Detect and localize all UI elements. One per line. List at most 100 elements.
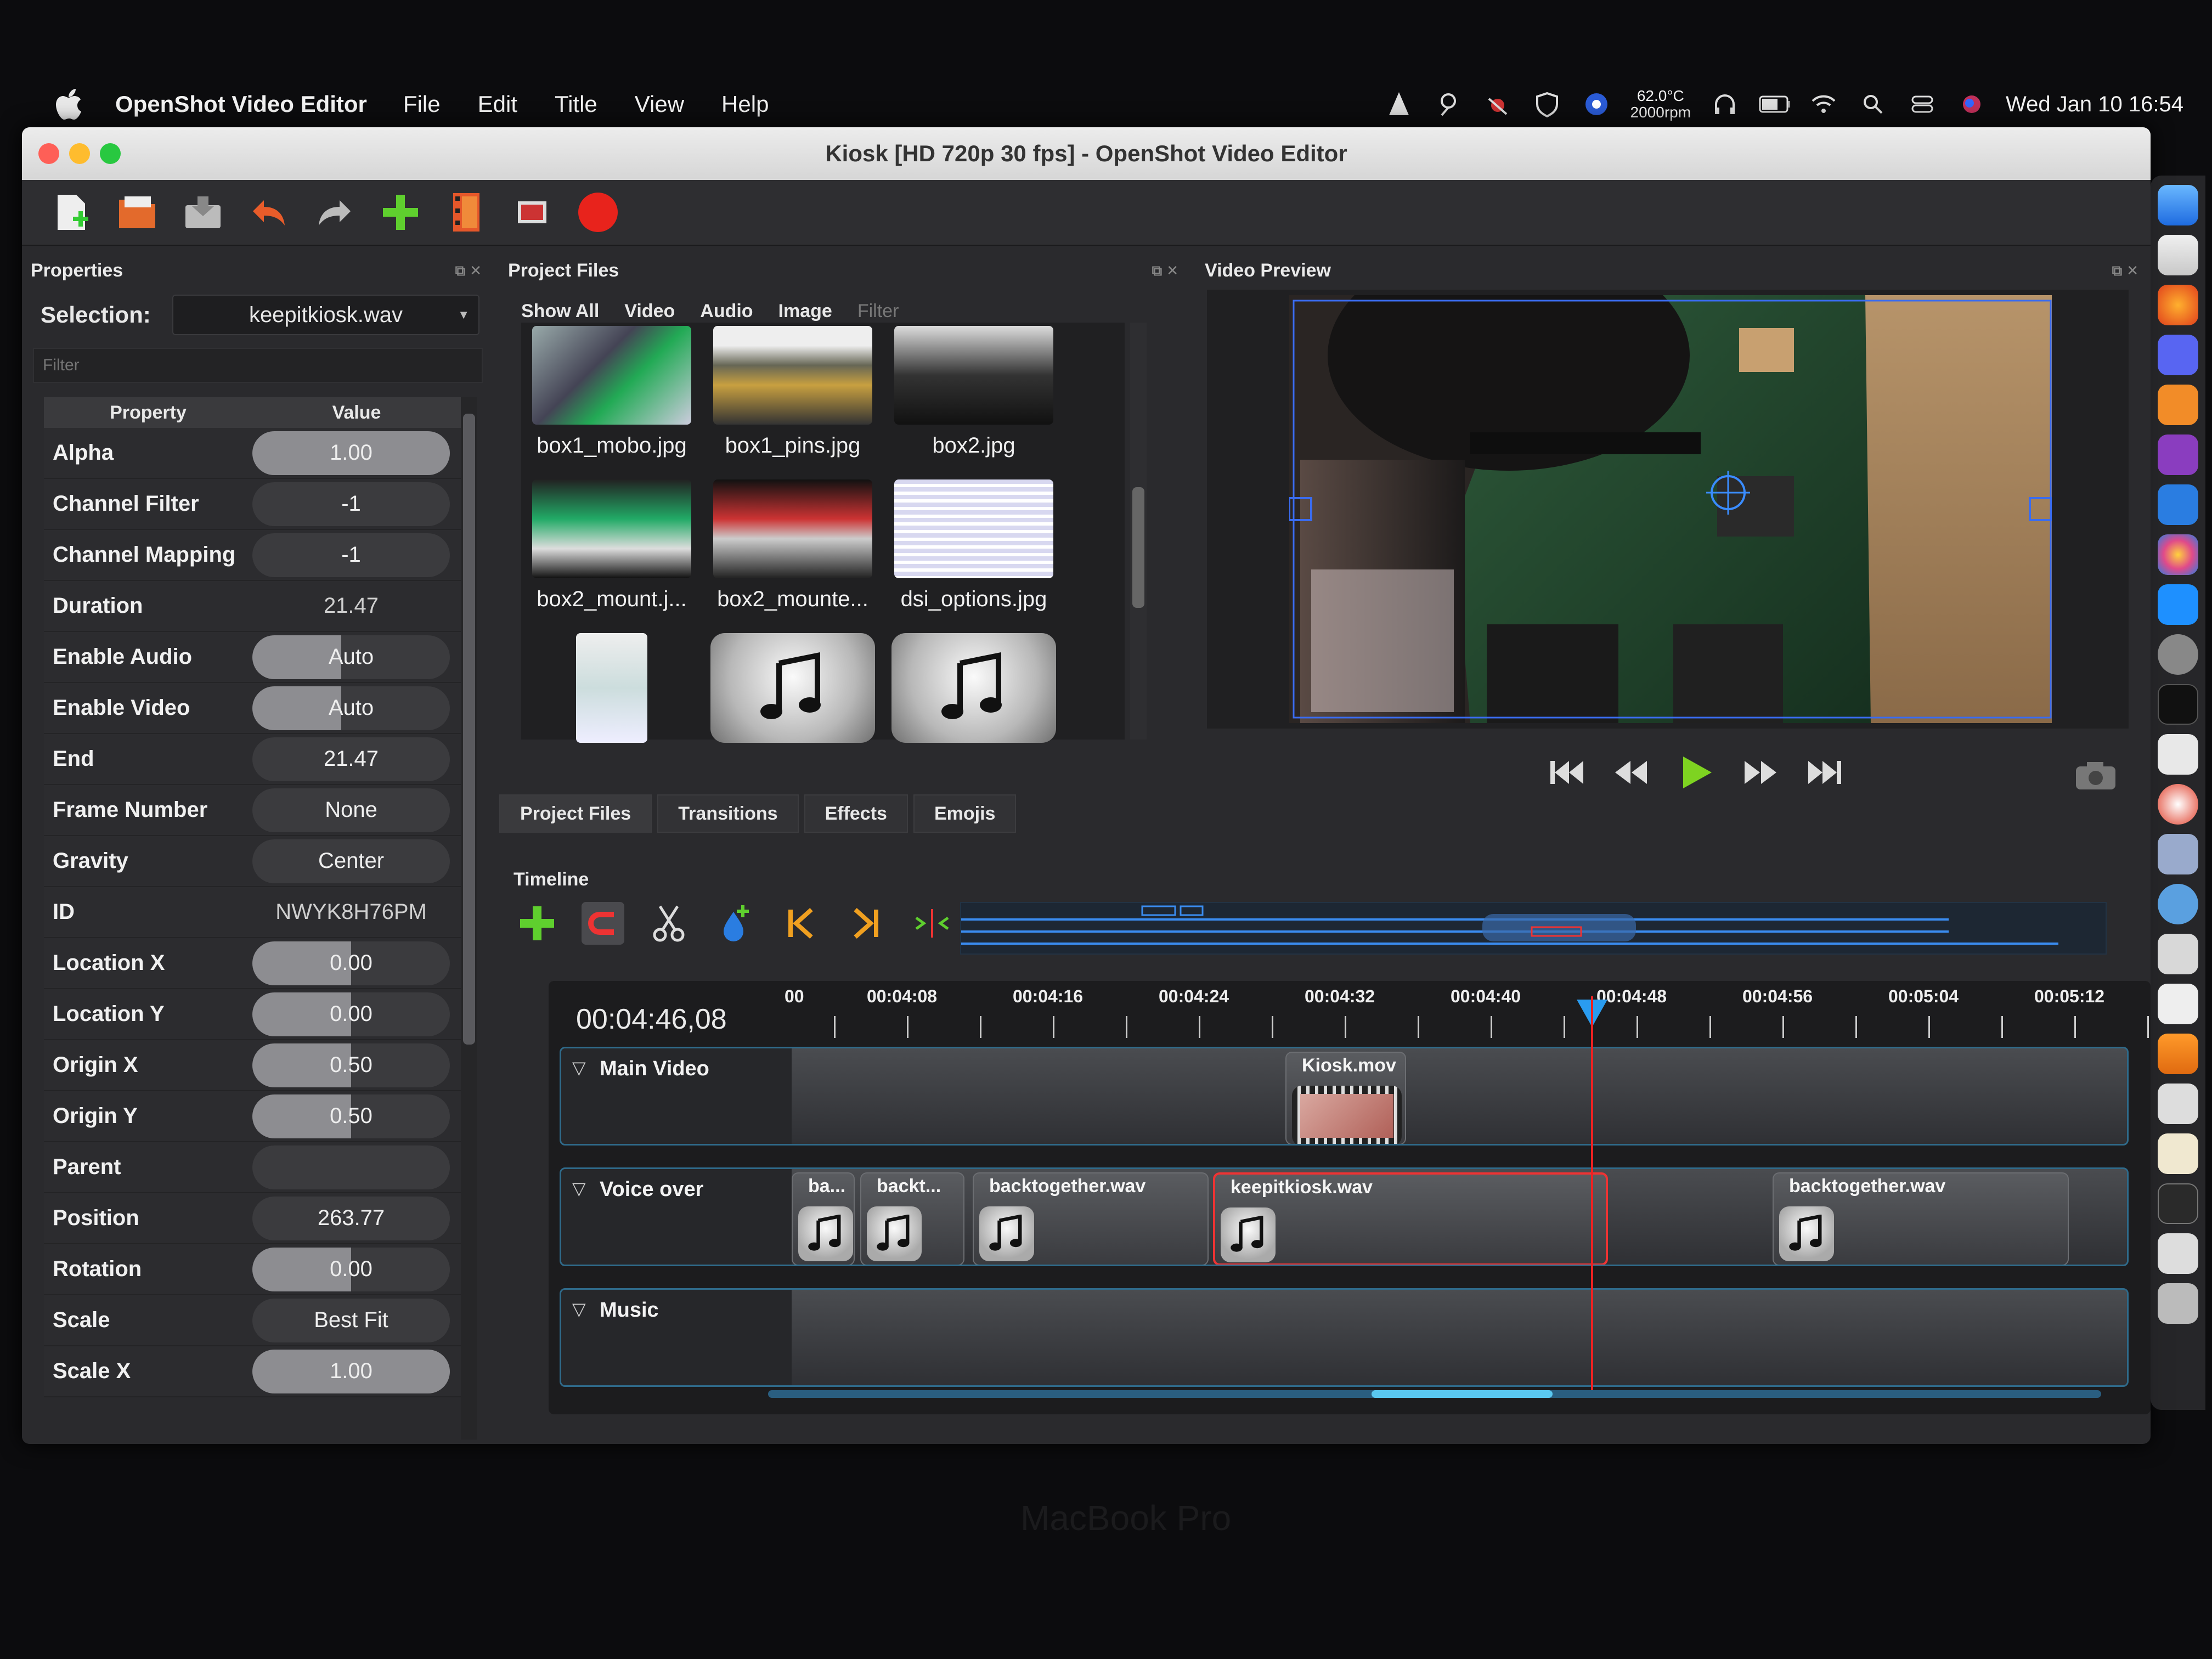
window-titlebar[interactable]: Kiosk [HD 720p 30 fps] - OpenShot Video … bbox=[22, 127, 2151, 180]
fullscreen-button[interactable] bbox=[510, 190, 554, 234]
choose-profile-button[interactable] bbox=[444, 190, 488, 234]
export-video-button[interactable] bbox=[576, 190, 620, 234]
razor-scissors-icon[interactable] bbox=[647, 902, 690, 945]
photos-icon[interactable] bbox=[2158, 534, 2198, 575]
property-value-field[interactable]: 263.77 bbox=[252, 1196, 450, 1240]
audio-clip[interactable]: backtogether.wav bbox=[973, 1172, 1209, 1265]
launchpad-icon[interactable] bbox=[2158, 235, 2198, 275]
menu-file[interactable]: File bbox=[403, 91, 441, 117]
temperature-readout[interactable]: 62.0°C 2000rpm bbox=[1630, 88, 1691, 121]
file-item[interactable]: box2.jpg bbox=[883, 323, 1064, 476]
timeline-scrollbar-thumb[interactable] bbox=[1372, 1390, 1553, 1398]
video-frame[interactable] bbox=[1289, 295, 2052, 723]
property-row[interactable]: Location X 0.00 bbox=[44, 938, 461, 989]
menu-help[interactable]: Help bbox=[721, 91, 769, 117]
property-row[interactable]: Position 263.77 bbox=[44, 1193, 461, 1244]
property-value-field[interactable]: None bbox=[252, 788, 450, 832]
tab-effects[interactable]: Effects bbox=[804, 794, 908, 833]
siri-icon[interactable] bbox=[1956, 89, 1987, 120]
file-item[interactable] bbox=[702, 630, 883, 783]
minimize-window-button[interactable] bbox=[69, 143, 90, 164]
property-row[interactable]: Duration 21.47 bbox=[44, 581, 461, 632]
property-value-field[interactable]: 21.47 bbox=[252, 737, 450, 781]
firefox-icon[interactable] bbox=[2158, 285, 2198, 325]
track-header[interactable]: ▽ Music bbox=[561, 1290, 792, 1385]
system-preferences-icon[interactable] bbox=[2158, 634, 2198, 675]
property-value-field[interactable]: 0.50 bbox=[252, 1043, 450, 1087]
cube-app-icon[interactable] bbox=[2158, 834, 2198, 874]
app-name-menu[interactable]: OpenShot Video Editor bbox=[115, 91, 367, 117]
screen-recording-icon[interactable] bbox=[2158, 1183, 2198, 1224]
sublime-text-icon[interactable] bbox=[2158, 385, 2198, 425]
playhead-line[interactable] bbox=[1591, 996, 1593, 1391]
track-collapse-chevron-icon[interactable]: ▽ bbox=[572, 1299, 586, 1319]
undo-button[interactable] bbox=[247, 190, 291, 234]
next-marker-icon[interactable] bbox=[845, 902, 888, 945]
filter-video[interactable]: Video bbox=[624, 301, 675, 322]
previous-marker-icon[interactable] bbox=[779, 902, 822, 945]
preview-app-icon[interactable] bbox=[2158, 934, 2198, 974]
filter-audio[interactable]: Audio bbox=[700, 301, 753, 322]
property-value-field[interactable] bbox=[252, 1145, 450, 1189]
property-value-field[interactable]: Best Fit bbox=[252, 1298, 450, 1342]
property-row[interactable]: Enable Audio Auto bbox=[44, 632, 461, 683]
track-lane[interactable]: ba... backt... backtogether.wav keepitkiosk… bbox=[792, 1169, 2127, 1265]
files-scrollbar[interactable] bbox=[1130, 323, 1147, 740]
jump-to-start-icon[interactable] bbox=[1547, 753, 1585, 792]
close-window-button[interactable] bbox=[38, 143, 59, 164]
track-header[interactable]: ▽ Main Video bbox=[561, 1048, 792, 1144]
property-row[interactable]: Gravity Center bbox=[44, 836, 461, 887]
timeline-horizontal-scrollbar[interactable] bbox=[768, 1390, 2101, 1398]
property-value-field[interactable]: 0.00 bbox=[252, 992, 450, 1036]
script-editor-icon[interactable] bbox=[2158, 734, 2198, 775]
redo-button[interactable] bbox=[313, 190, 357, 234]
column-header-property[interactable]: Property bbox=[44, 402, 252, 424]
app-store-icon[interactable] bbox=[2158, 584, 2198, 625]
dock-float-close-icons[interactable]: ⧉✕ bbox=[455, 262, 486, 280]
property-row[interactable]: Frame Number None bbox=[44, 785, 461, 836]
property-value-field[interactable]: 0.00 bbox=[252, 1247, 450, 1291]
file-item[interactable]: box2_mount.j... bbox=[521, 476, 702, 630]
finder-icon[interactable] bbox=[2158, 185, 2198, 225]
headphones-icon[interactable] bbox=[1709, 89, 1740, 120]
github-desktop-icon[interactable] bbox=[2158, 435, 2198, 475]
fan-monitor-icon[interactable] bbox=[1581, 89, 1612, 120]
property-row[interactable]: Origin X 0.50 bbox=[44, 1040, 461, 1091]
tab-transitions[interactable]: Transitions bbox=[657, 794, 799, 833]
property-value-field[interactable]: -1 bbox=[252, 533, 450, 577]
video-clip[interactable]: Kiosk.mov bbox=[1285, 1052, 1406, 1144]
track-collapse-chevron-icon[interactable]: ▽ bbox=[572, 1178, 586, 1199]
play-icon[interactable] bbox=[1677, 753, 1715, 792]
property-row[interactable]: Origin Y 0.50 bbox=[44, 1091, 461, 1142]
terminal-icon[interactable] bbox=[2158, 684, 2198, 725]
file-item[interactable]: box2_mounte... bbox=[702, 476, 883, 630]
bug-status-icon[interactable] bbox=[1482, 89, 1513, 120]
preview-canvas[interactable] bbox=[1207, 290, 2129, 729]
property-value-field[interactable]: 0.00 bbox=[252, 941, 450, 985]
property-row[interactable]: Parent bbox=[44, 1142, 461, 1193]
property-row[interactable]: Channel Filter -1 bbox=[44, 479, 461, 530]
vlc-cone-icon[interactable] bbox=[1384, 89, 1414, 120]
jump-to-end-icon[interactable] bbox=[1806, 753, 1844, 792]
property-value-field[interactable]: -1 bbox=[252, 482, 450, 526]
tab-project-files[interactable]: Project Files bbox=[499, 794, 652, 833]
center-playhead-icon[interactable] bbox=[911, 902, 953, 945]
file-item[interactable]: box1_pins.jpg bbox=[702, 323, 883, 476]
textedit-icon[interactable] bbox=[2158, 984, 2198, 1024]
property-row[interactable]: Channel Mapping -1 bbox=[44, 530, 461, 581]
timeline-track[interactable]: ▽ Music bbox=[560, 1288, 2129, 1387]
trash-icon[interactable] bbox=[2158, 1283, 2198, 1324]
property-value-field[interactable]: 1.00 bbox=[252, 1349, 450, 1393]
property-value-field[interactable]: 1.00 bbox=[252, 431, 450, 475]
document-icon[interactable] bbox=[2158, 1084, 2198, 1124]
property-row[interactable]: Alpha 1.00 bbox=[44, 428, 461, 479]
audio-clip[interactable]: keepitkiosk.wav bbox=[1213, 1172, 1608, 1265]
add-track-icon[interactable] bbox=[516, 902, 558, 945]
network-utility-icon[interactable] bbox=[2158, 884, 2198, 924]
property-row[interactable]: Enable Video Auto bbox=[44, 683, 461, 734]
vlc-icon[interactable] bbox=[2158, 1034, 2198, 1074]
property-value-field[interactable]: Center bbox=[252, 839, 450, 883]
spotlight-search-icon[interactable] bbox=[1858, 89, 1888, 120]
menu-view[interactable]: View bbox=[635, 91, 684, 117]
file-item[interactable] bbox=[521, 630, 702, 783]
